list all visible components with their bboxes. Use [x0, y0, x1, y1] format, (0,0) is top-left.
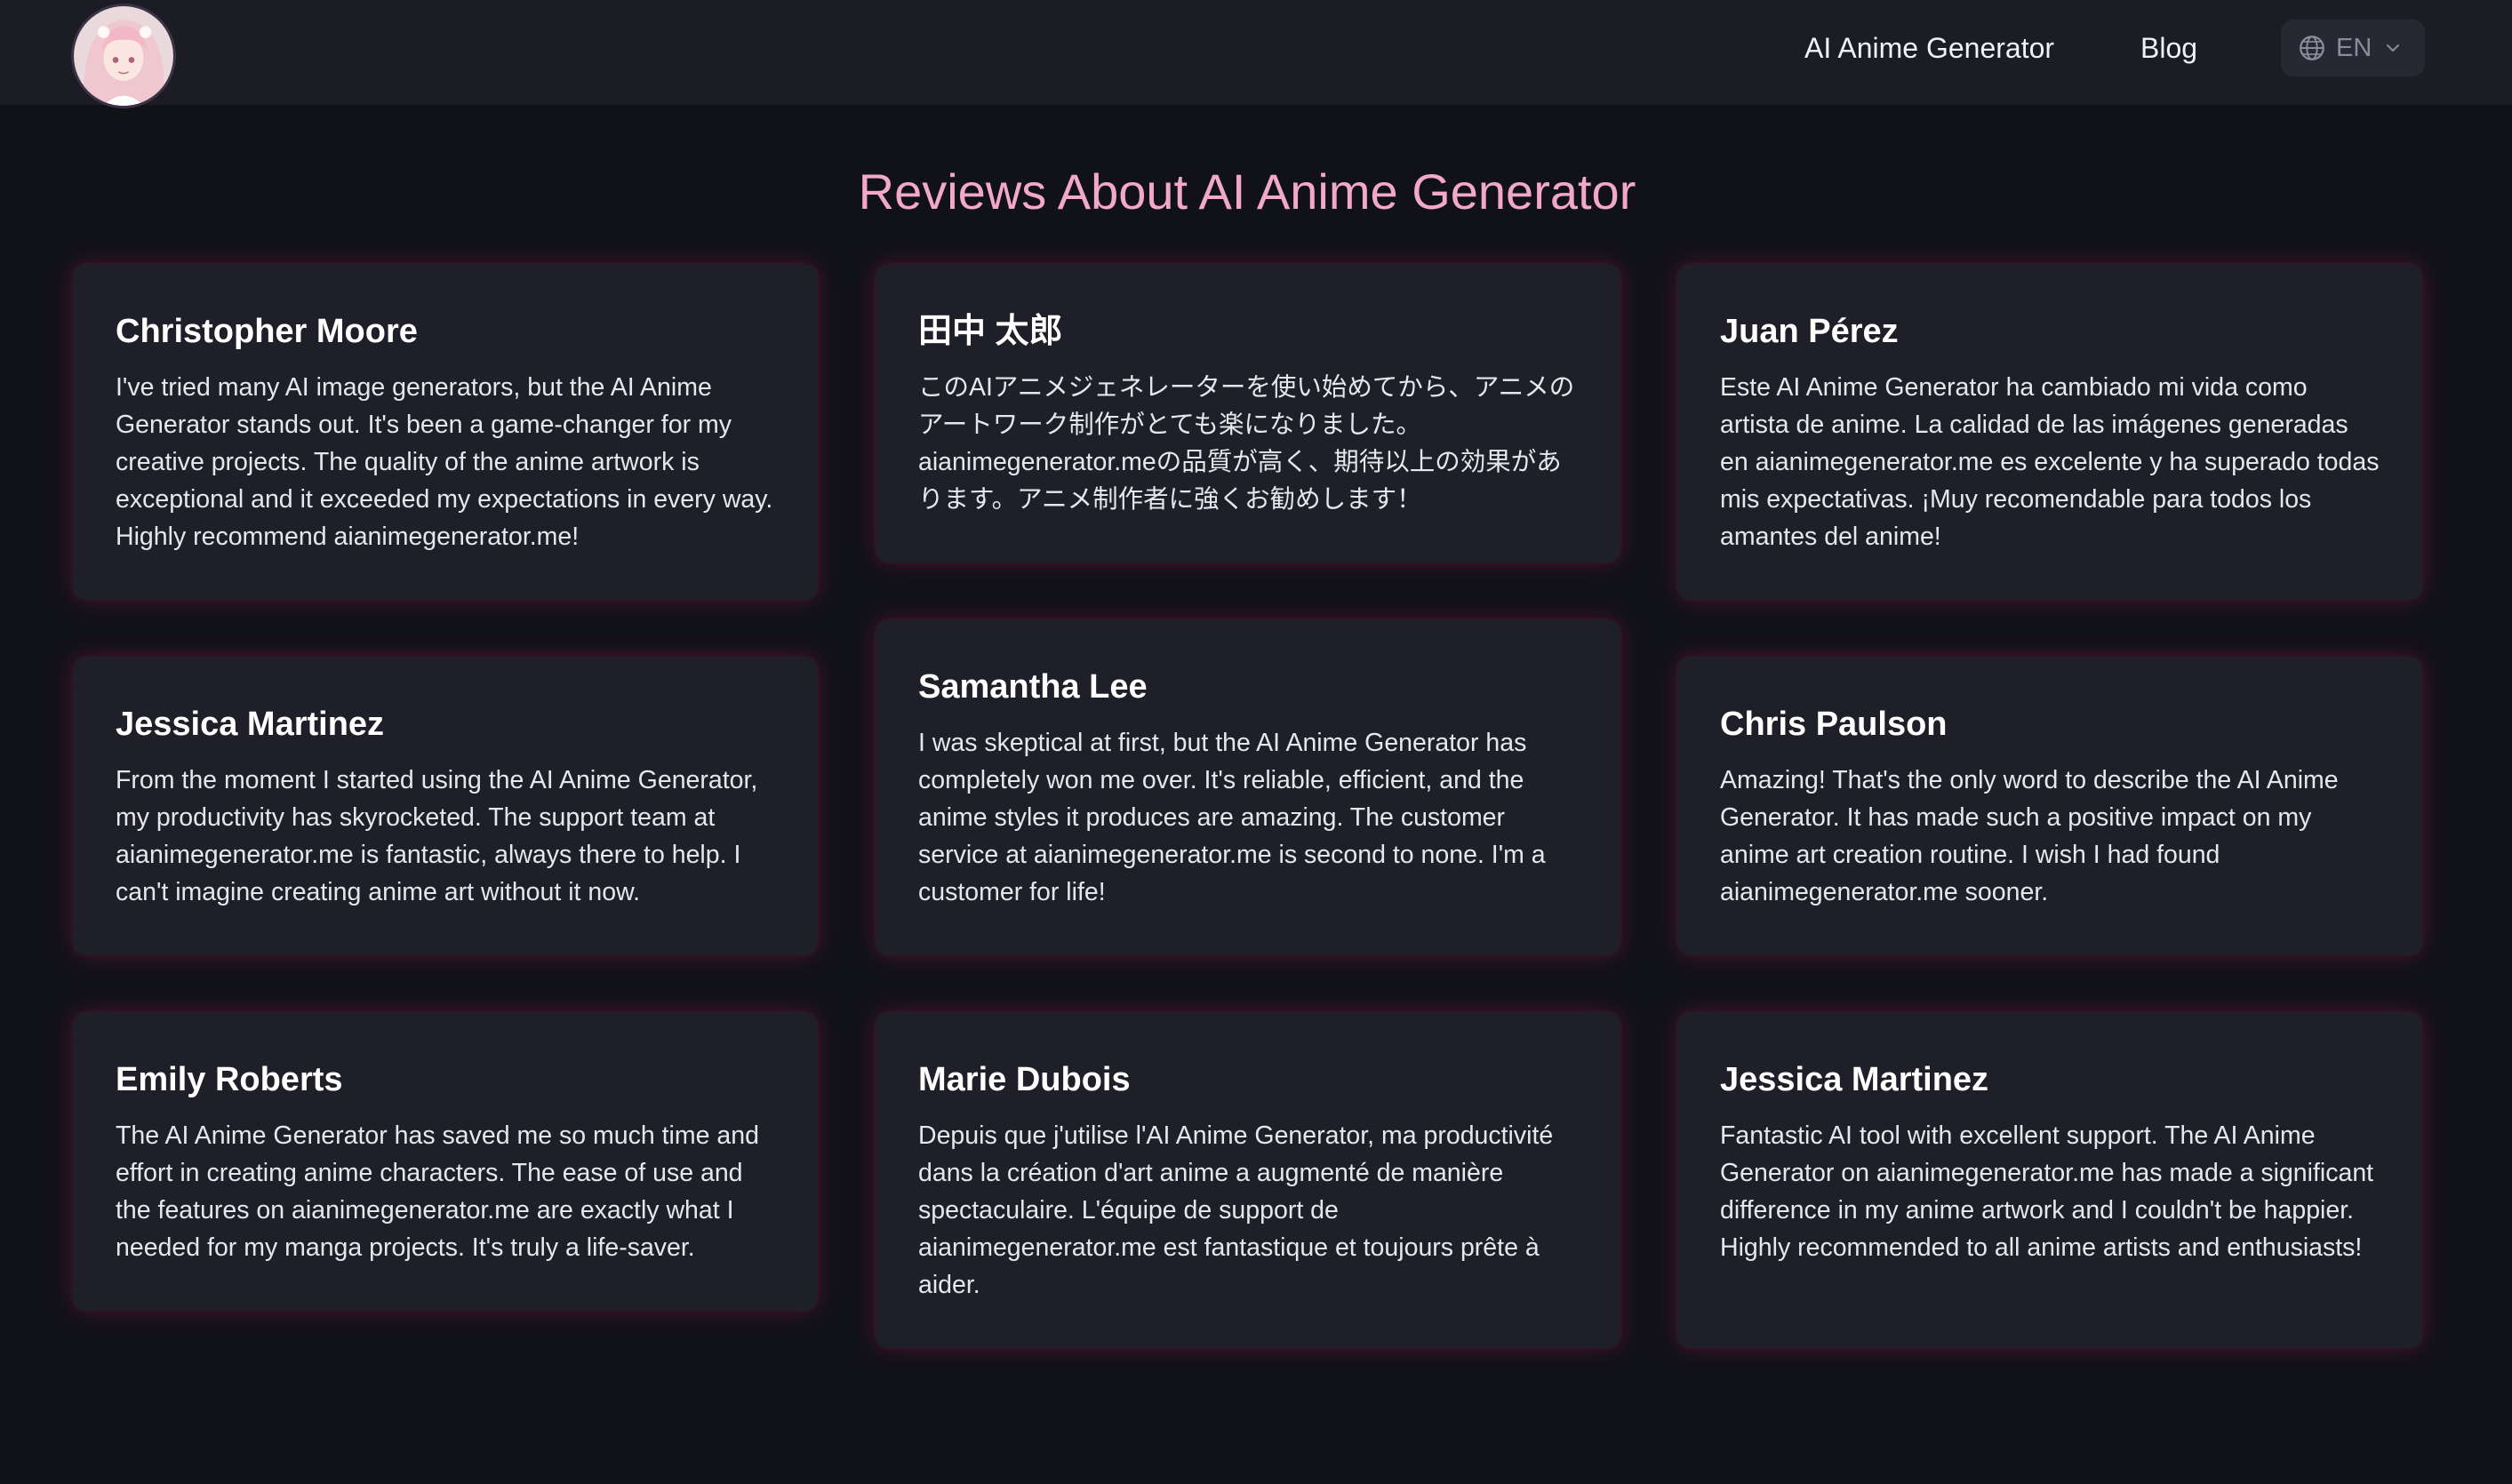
reviewer-name: Jessica Martinez [1720, 1061, 1989, 1098]
review-text: I've tried many AI image generators, but… [116, 373, 773, 551]
language-selector[interactable]: EN [2281, 20, 2425, 76]
reviewer-name: Emily Roberts [116, 1061, 343, 1098]
chevron-down-icon [2387, 44, 2400, 52]
review-card: Jessica Martinez Fantastic AI tool with … [1677, 1012, 2422, 1348]
review-card: Chris Paulson Amazing! That's the only w… [1677, 657, 2422, 955]
review-card: Jessica Martinez From the moment I start… [73, 657, 818, 955]
reviewer-name: Jessica Martinez [116, 706, 385, 743]
review-text: Amazing! That's the only word to describ… [1720, 766, 2339, 906]
review-card: Emily Roberts The AI Anime Generator has… [73, 1012, 818, 1311]
review-text: Depuis que j'utilise l'AI Anime Generato… [918, 1121, 1554, 1299]
reviewer-name: 田中 太郎 [918, 313, 1063, 350]
reviewer-name: Samantha Lee [918, 668, 1148, 706]
anime-avatar-logo-icon [74, 6, 173, 106]
reviewer-name: Christopher Moore [116, 313, 418, 350]
reviewer-name: Marie Dubois [918, 1061, 1131, 1098]
review-text: From the moment I started using the AI A… [116, 766, 758, 906]
globe-icon [2300, 36, 2324, 60]
top-navbar: AI Anime Generator Blog EN [0, 0, 2512, 108]
reviews-section-title: Reviews About AI Anime Generator [858, 164, 1636, 219]
review-text: このAIアニメジェネレーターを使い始めてから、アニメのアートワーク制作がとても楽… [918, 373, 1575, 514]
reviewer-name: Juan Pérez [1720, 313, 1899, 350]
review-text: Fantastic AI tool with excellent support… [1720, 1121, 2374, 1262]
review-text: Este AI Anime Generator ha cambiado mi v… [1720, 373, 2380, 551]
review-text: The AI Anime Generator has saved me so m… [116, 1121, 759, 1262]
review-card: Marie Dubois Depuis que j'utilise l'AI A… [876, 1012, 1620, 1348]
nav-link-ai-anime-generator[interactable]: AI Anime Generator [1804, 28, 2054, 68]
nav-link-blog[interactable]: Blog [2140, 28, 2197, 68]
site-logo[interactable] [71, 4, 176, 108]
reviewer-name: Chris Paulson [1720, 706, 1948, 743]
review-text: I was skeptical at first, but the AI Ani… [918, 729, 1546, 906]
review-card: Christopher Moore I've tried many AI ima… [73, 264, 818, 600]
review-card: Samantha Lee I was skeptical at first, b… [876, 619, 1620, 955]
language-code: EN [2336, 33, 2372, 62]
review-card: 田中 太郎 このAIアニメジェネレーターを使い始めてから、アニメのアートワーク制… [876, 264, 1620, 562]
review-card: Juan Pérez Este AI Anime Generator ha ca… [1677, 264, 2422, 600]
